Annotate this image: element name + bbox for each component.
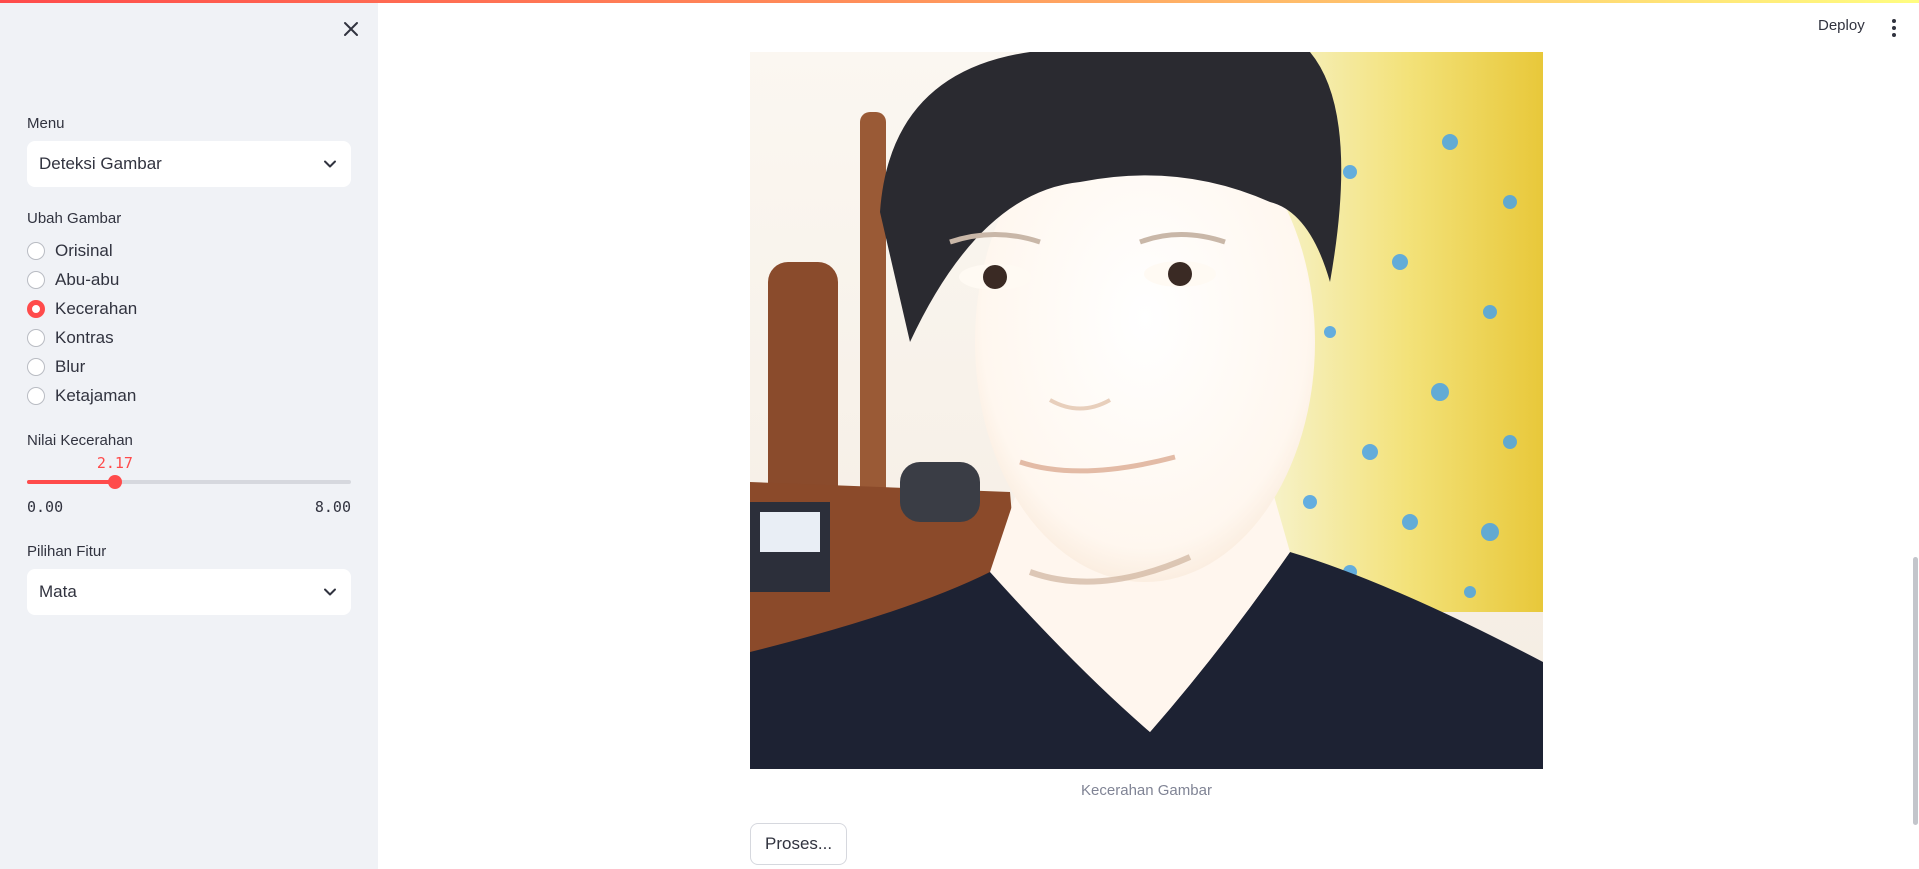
radio-label: Orisinal	[55, 241, 113, 260]
radio-option-kontras[interactable]: Kontras	[27, 325, 114, 351]
slider-current-value: 2.17	[96, 454, 133, 472]
ubah-gambar-label: Ubah Gambar	[27, 210, 122, 227]
radio-option-blur[interactable]: Blur	[27, 354, 85, 380]
pilihan-fitur-label: Pilihan Fitur	[27, 543, 107, 560]
radio-circle	[27, 329, 45, 347]
sidebar: Menu Deteksi Gambar Ubah Gambar Orisinal…	[0, 0, 378, 869]
radio-label: Abu-abu	[55, 270, 120, 289]
nilai-kecerahan-label: Nilai Kecerahan	[27, 432, 133, 449]
radio-circle-selected	[27, 300, 45, 318]
radio-circle	[27, 387, 45, 405]
radio-option-kecerahan[interactable]: Kecerahan	[27, 296, 137, 322]
radio-option-ketajaman[interactable]: Ketajaman	[27, 383, 136, 409]
radio-option-abu-abu[interactable]: Abu-abu	[27, 267, 119, 293]
selfie-photo	[750, 52, 1543, 769]
brightness-slider[interactable]	[27, 475, 351, 489]
page-scrollbar[interactable]	[1913, 557, 1918, 825]
radio-label: Kecerahan	[55, 299, 138, 318]
top-decoration-stripe	[0, 0, 1919, 3]
menu-label: Menu	[27, 115, 65, 132]
radio-circle	[27, 242, 45, 260]
close-sidebar-icon[interactable]	[338, 16, 364, 42]
radio-label: Ketajaman	[55, 386, 137, 405]
proses-button[interactable]: Proses...	[750, 823, 848, 865]
radio-option-orisinal[interactable]: Orisinal	[27, 238, 113, 264]
image-caption: Kecerahan Gambar	[1081, 782, 1212, 799]
slider-min-value: 0.00	[27, 498, 64, 516]
slider-thumb[interactable]	[107, 475, 122, 489]
radio-label: Kontras	[55, 328, 114, 347]
radio-circle	[27, 271, 45, 289]
radio-label: Blur	[55, 357, 86, 376]
fitur-select[interactable]: Mata	[27, 569, 351, 615]
slider-max-value: 8.00	[314, 498, 351, 516]
fitur-select-value: Mata	[39, 582, 77, 601]
menu-select[interactable]: Deteksi Gambar	[27, 141, 351, 187]
radio-circle	[27, 358, 45, 376]
deploy-button[interactable]: Deploy	[1818, 17, 1865, 34]
menu-select-value: Deteksi Gambar	[39, 154, 162, 173]
main-menu-icon[interactable]	[1889, 18, 1899, 38]
chevron-down-icon	[324, 160, 336, 168]
slider-fill	[27, 480, 115, 484]
chevron-down-icon	[324, 588, 336, 596]
processed-image	[750, 52, 1543, 769]
